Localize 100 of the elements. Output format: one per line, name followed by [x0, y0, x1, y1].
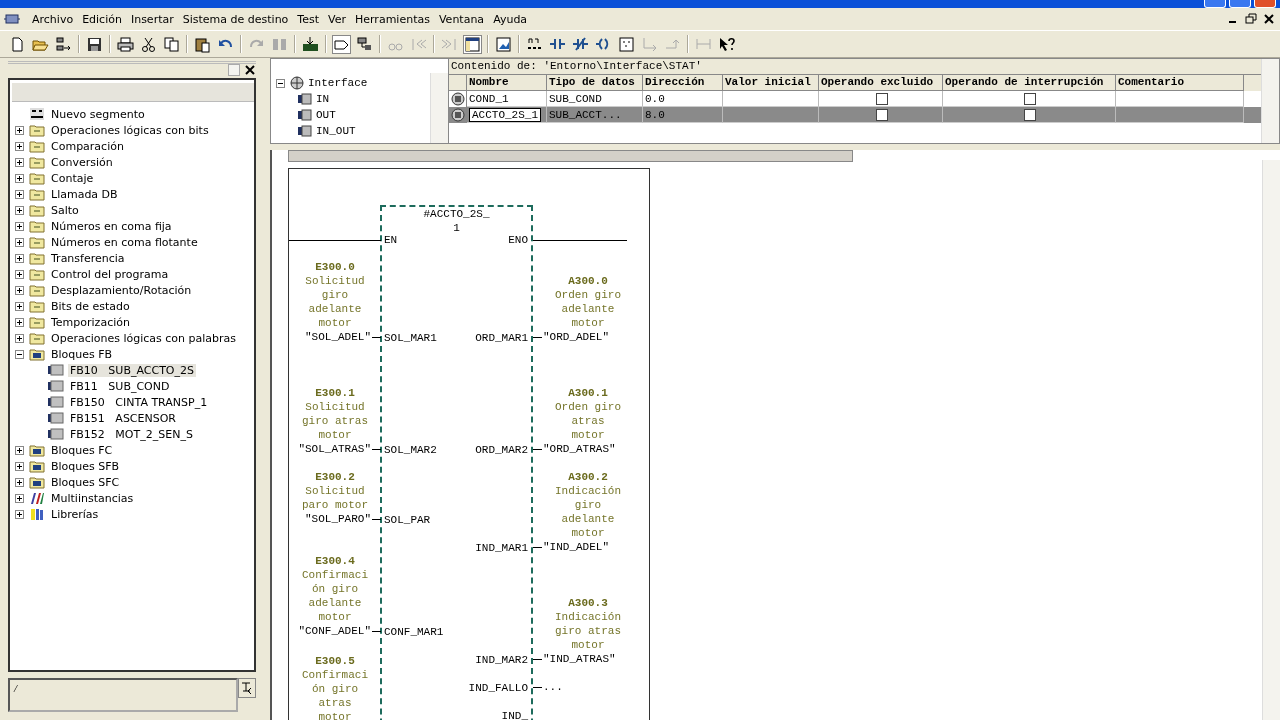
expand-toggle[interactable] — [275, 78, 286, 88]
tree-item[interactable]: Nuevo segmento — [49, 107, 147, 121]
tree-item[interactable]: OUT — [316, 109, 336, 121]
network-icon[interactable] — [356, 35, 373, 53]
table-cell[interactable]: SUB_ACCT... — [549, 108, 622, 121]
expand-toggle[interactable] — [14, 477, 25, 487]
tree-item[interactable]: Interface — [308, 77, 368, 89]
checkbox[interactable] — [875, 108, 888, 121]
tree-item[interactable]: Conversión — [49, 155, 115, 169]
expand-toggle[interactable] — [14, 173, 25, 183]
tree-item[interactable]: Control del programa — [49, 267, 171, 281]
table-cell[interactable]: COND_1 — [469, 92, 509, 105]
tree-item[interactable]: FB152 MOT_2_SEN_S — [68, 427, 195, 441]
tree-item[interactable]: IN_OUT — [316, 125, 356, 137]
tree-item[interactable]: FB10 SUB_ACCTO_2S — [68, 363, 196, 377]
insert-button[interactable] — [238, 678, 256, 698]
table-cell[interactable]: 8.0 — [645, 108, 665, 121]
tree-item[interactable]: Desplazamiento/Rotación — [49, 283, 194, 297]
nodes-icon[interactable] — [55, 35, 72, 53]
cut-icon[interactable] — [140, 35, 157, 53]
expand-toggle[interactable] — [14, 493, 25, 503]
tree-item[interactable]: Temporización — [49, 315, 132, 329]
menu-item[interactable]: Ver — [326, 12, 353, 26]
operand-symbol[interactable]: "SOL_PARO" — [305, 512, 371, 526]
menu-item[interactable]: Archivo — [30, 12, 81, 26]
column-header[interactable]: Valor inicial — [723, 75, 819, 91]
table-cell[interactable]: ACCTO_2S_1 — [469, 107, 541, 122]
download-icon[interactable] — [302, 35, 319, 53]
close-button[interactable] — [1254, 0, 1276, 8]
document-icon[interactable] — [4, 12, 20, 26]
menu-item[interactable]: Sistema de destino — [180, 12, 296, 26]
column-header[interactable]: Tipo de datos — [547, 75, 643, 91]
expand-toggle[interactable] — [14, 189, 25, 199]
table-row[interactable]: ACCTO_2S_1 SUB_ACCT... 8.0 — [449, 107, 1261, 123]
overview-icon[interactable] — [464, 35, 481, 53]
expand-toggle[interactable] — [14, 445, 25, 455]
expand-toggle[interactable] — [14, 349, 25, 359]
checkbox[interactable] — [1024, 108, 1036, 121]
minimize-button[interactable] — [1204, 0, 1226, 8]
new-file-icon[interactable] — [9, 35, 26, 53]
close-icon[interactable] — [1262, 12, 1276, 26]
expand-toggle[interactable] — [14, 157, 25, 167]
column-header[interactable]: Nombre — [467, 75, 547, 91]
zoom-window-icon[interactable] — [495, 35, 512, 53]
menu-item[interactable]: Ventana — [436, 12, 492, 26]
operand-symbol[interactable]: "IND_ATRAS" — [543, 652, 616, 666]
operand-symbol[interactable]: "IND_ADEL" — [543, 540, 609, 554]
expand-toggle[interactable] — [14, 221, 25, 231]
operand-symbol[interactable]: "CONF_ADEL" — [298, 624, 371, 638]
tree-item[interactable]: Bits de estado — [49, 299, 132, 313]
expand-toggle[interactable] — [14, 237, 25, 247]
tree-item[interactable]: Bloques SFC — [49, 475, 122, 489]
tree-item[interactable]: Bloques SFB — [49, 459, 122, 473]
expand-toggle[interactable] — [14, 301, 25, 311]
menu-item[interactable]: Test — [295, 12, 327, 26]
tree-item[interactable]: Librerías — [49, 507, 101, 521]
empty-box-icon[interactable] — [618, 35, 635, 53]
column-header[interactable]: Operando de interrupción — [943, 75, 1116, 91]
tree-item[interactable]: Números en coma flotante — [49, 235, 200, 249]
tree-item[interactable]: Multiinstancias — [49, 491, 136, 505]
operand-symbol[interactable]: "ORD_ATRAS" — [543, 442, 616, 456]
tree-item[interactable]: Salto — [49, 203, 81, 217]
menu-item[interactable]: Herramientas — [353, 12, 437, 26]
tree-item[interactable]: Comparación — [49, 139, 126, 153]
tree-item[interactable]: Bloques FB — [49, 347, 115, 361]
expand-toggle[interactable] — [14, 333, 25, 343]
column-header[interactable]: Dirección — [643, 75, 723, 91]
operand-symbol[interactable]: "SOL_ADEL" — [305, 330, 371, 344]
operand-symbol[interactable]: ... — [543, 680, 563, 694]
operand-symbol[interactable]: "SOL_ATRAS" — [298, 442, 371, 456]
tree-item[interactable]: Bloques FC — [49, 443, 115, 457]
tree-item[interactable]: Contaje — [49, 171, 96, 185]
tree-item[interactable]: Transferencia — [49, 251, 127, 265]
column-header[interactable]: Comentario — [1116, 75, 1244, 91]
label-icon[interactable] — [333, 35, 350, 53]
maximize-button[interactable] — [1229, 0, 1251, 8]
copy-icon[interactable] — [163, 35, 180, 53]
tree-item[interactable]: IN — [316, 93, 330, 105]
negated-contact-icon[interactable] — [572, 35, 589, 53]
menu-item[interactable]: Ayuda — [491, 12, 535, 26]
table-cell[interactable]: 0.0 — [645, 92, 665, 105]
operand-symbol[interactable]: "ORD_ADEL" — [543, 330, 609, 344]
menu-item[interactable]: Insertar — [128, 12, 181, 26]
column-header[interactable]: Operando excluido — [819, 75, 943, 91]
expand-toggle[interactable] — [14, 125, 25, 135]
help-icon[interactable] — [718, 35, 735, 53]
close-icon[interactable] — [244, 64, 256, 76]
expand-toggle[interactable] — [14, 285, 25, 295]
tree-item[interactable]: Operaciones lógicas con bits — [49, 123, 211, 137]
menu-item[interactable]: Edición — [80, 12, 129, 26]
tree-item[interactable]: Operaciones lógicas con palabras — [49, 331, 239, 345]
expand-toggle[interactable] — [14, 317, 25, 327]
checkbox[interactable] — [875, 92, 888, 105]
tree-item[interactable]: Números en coma fija — [49, 219, 174, 233]
print-icon[interactable] — [117, 35, 134, 53]
expand-toggle[interactable] — [14, 141, 25, 151]
tree-item[interactable]: FB150 CINTA TRANSP_1 — [68, 395, 210, 409]
table-cell[interactable]: SUB_COND — [549, 92, 602, 105]
expand-toggle[interactable] — [14, 205, 25, 215]
tree-item[interactable]: FB151 ASCENSOR — [68, 411, 178, 425]
